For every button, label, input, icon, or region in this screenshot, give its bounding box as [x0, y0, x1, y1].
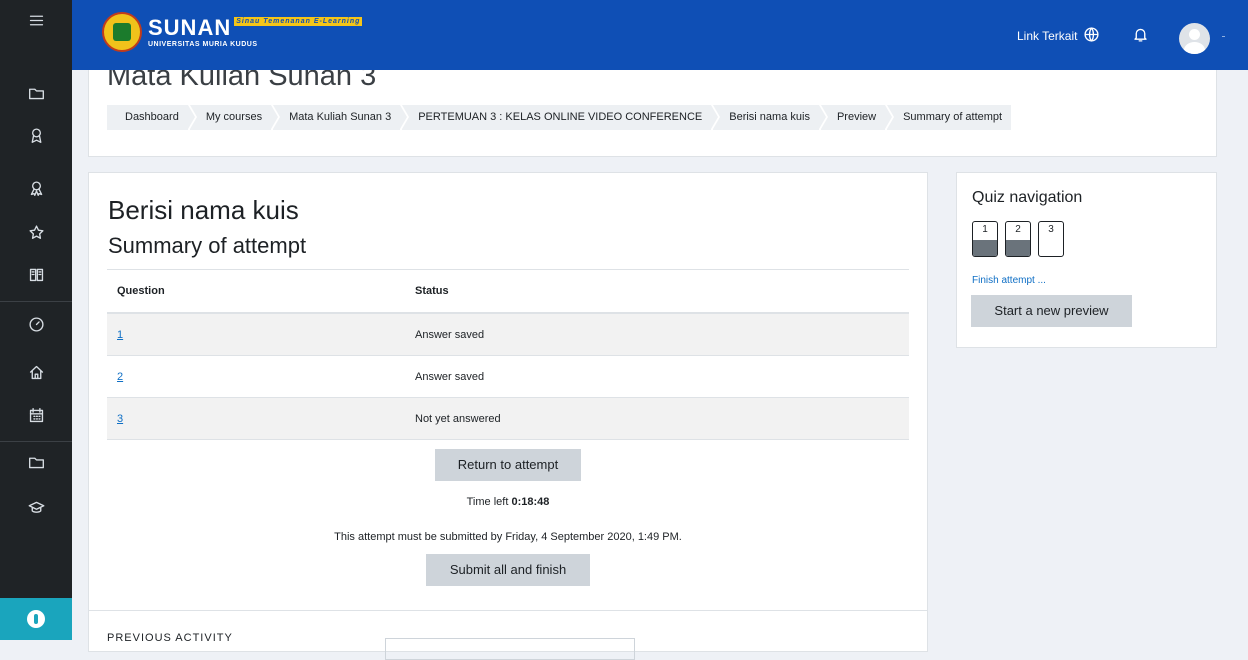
logo-subtitle: UNIVERSITAS MURIA KUDUS	[148, 40, 258, 48]
quiz-title: Berisi nama kuis	[108, 195, 299, 225]
question-number: 1	[982, 224, 988, 235]
accessibility-button[interactable]	[0, 598, 72, 640]
summary-heading: Summary of attempt	[108, 233, 307, 258]
bell-icon[interactable]	[1132, 26, 1150, 44]
question-status: Answer saved	[414, 355, 909, 398]
rail-divider	[0, 441, 72, 442]
page-header: Mata Kuliah Sunan 3 Dashboard My courses…	[88, 70, 1217, 157]
star-icon[interactable]	[26, 222, 46, 242]
question-number: 2	[1015, 224, 1021, 235]
breadcrumb: Dashboard My courses Mata Kuliah Sunan 3…	[107, 105, 1013, 130]
finish-attempt-link[interactable]: Finish attempt ...	[972, 275, 1046, 286]
graduation-cap-icon[interactable]	[26, 497, 46, 517]
calendar-icon[interactable]	[26, 405, 46, 425]
time-left: Time left 0:18:48	[89, 496, 927, 508]
table-row: 1 Answer saved	[107, 313, 909, 356]
question-status: Not yet answered	[414, 397, 909, 440]
activity-jump-select[interactable]	[385, 638, 635, 660]
table-row: 2 Answer saved	[107, 355, 909, 398]
question-nav-button[interactable]: 2	[1005, 221, 1031, 257]
submit-all-button[interactable]: Submit all and finish	[426, 554, 590, 586]
breadcrumb-item[interactable]: Preview	[820, 105, 895, 130]
summary-table: Question Status 1 Answer saved 2 Answer …	[107, 269, 909, 440]
question-nav-button[interactable]: 3	[1038, 221, 1064, 257]
quiz-navigation-title: Quiz navigation	[972, 189, 1083, 206]
folder-icon[interactable]	[26, 452, 46, 472]
link-terkait-menu[interactable]: Link Terkait	[1017, 29, 1077, 43]
dashboard-icon[interactable]	[26, 314, 46, 334]
question-nav-button[interactable]: 1	[972, 221, 998, 257]
breadcrumb-item[interactable]: Berisi nama kuis	[713, 105, 828, 130]
time-left-label: Time left	[466, 496, 509, 508]
user-menu-caret[interactable]	[1222, 36, 1225, 37]
book-icon[interactable]	[26, 264, 46, 284]
accessibility-icon	[27, 610, 45, 628]
deadline-text: This attempt must be submitted by Friday…	[334, 531, 682, 543]
university-seal-icon	[102, 12, 142, 52]
question-link[interactable]: 3	[117, 413, 123, 425]
avatar[interactable]	[1179, 23, 1210, 54]
rail-divider	[0, 301, 72, 302]
divider	[89, 610, 927, 611]
course-title: Mata Kuliah Sunan 3	[107, 70, 377, 92]
logo-main-text: SUNAN	[148, 14, 232, 40]
return-to-attempt-button[interactable]: Return to attempt	[435, 449, 581, 481]
top-navbar: SUNAN Sinau Temenanan E-Learning UNIVERSI…	[72, 0, 1248, 70]
breadcrumb-current: Summary of attempt	[887, 105, 1012, 130]
menu-icon[interactable]	[26, 10, 46, 30]
logo-tagline: Sinau Temenanan E-Learning	[234, 16, 363, 26]
breadcrumb-item[interactable]: Mata Kuliah Sunan 3	[273, 105, 410, 130]
left-nav-rail	[0, 0, 72, 640]
site-logo[interactable]: SUNAN Sinau Temenanan E-Learning UNIVERSI…	[102, 12, 363, 52]
badge-icon[interactable]	[26, 125, 46, 145]
breadcrumb-item[interactable]: PERTEMUAN 3 : KELAS ONLINE VIDEO CONFERE…	[402, 105, 721, 130]
table-row: 3 Not yet answered	[107, 397, 909, 440]
column-header-status: Status	[414, 269, 909, 314]
previous-activity-label: PREVIOUS ACTIVITY	[107, 632, 233, 644]
home-icon[interactable]	[26, 362, 46, 382]
quiz-navigation-block: Quiz navigation 1 2 3 Finish attempt ...…	[956, 172, 1217, 348]
start-new-preview-button[interactable]: Start a new preview	[971, 295, 1132, 327]
globe-icon[interactable]	[1083, 26, 1101, 44]
question-link[interactable]: 1	[117, 329, 123, 341]
question-link[interactable]: 2	[117, 371, 123, 383]
award-icon[interactable]	[26, 178, 46, 198]
breadcrumb-item[interactable]: Dashboard	[107, 105, 197, 130]
column-header-question: Question	[107, 269, 414, 314]
time-left-value: 0:18:48	[511, 496, 550, 508]
question-status: Answer saved	[414, 313, 909, 356]
folder-icon[interactable]	[26, 83, 46, 103]
question-number: 3	[1048, 224, 1054, 235]
quiz-summary-panel: Berisi nama kuis Summary of attempt Ques…	[88, 172, 928, 660]
breadcrumb-item[interactable]: My courses	[189, 105, 281, 130]
